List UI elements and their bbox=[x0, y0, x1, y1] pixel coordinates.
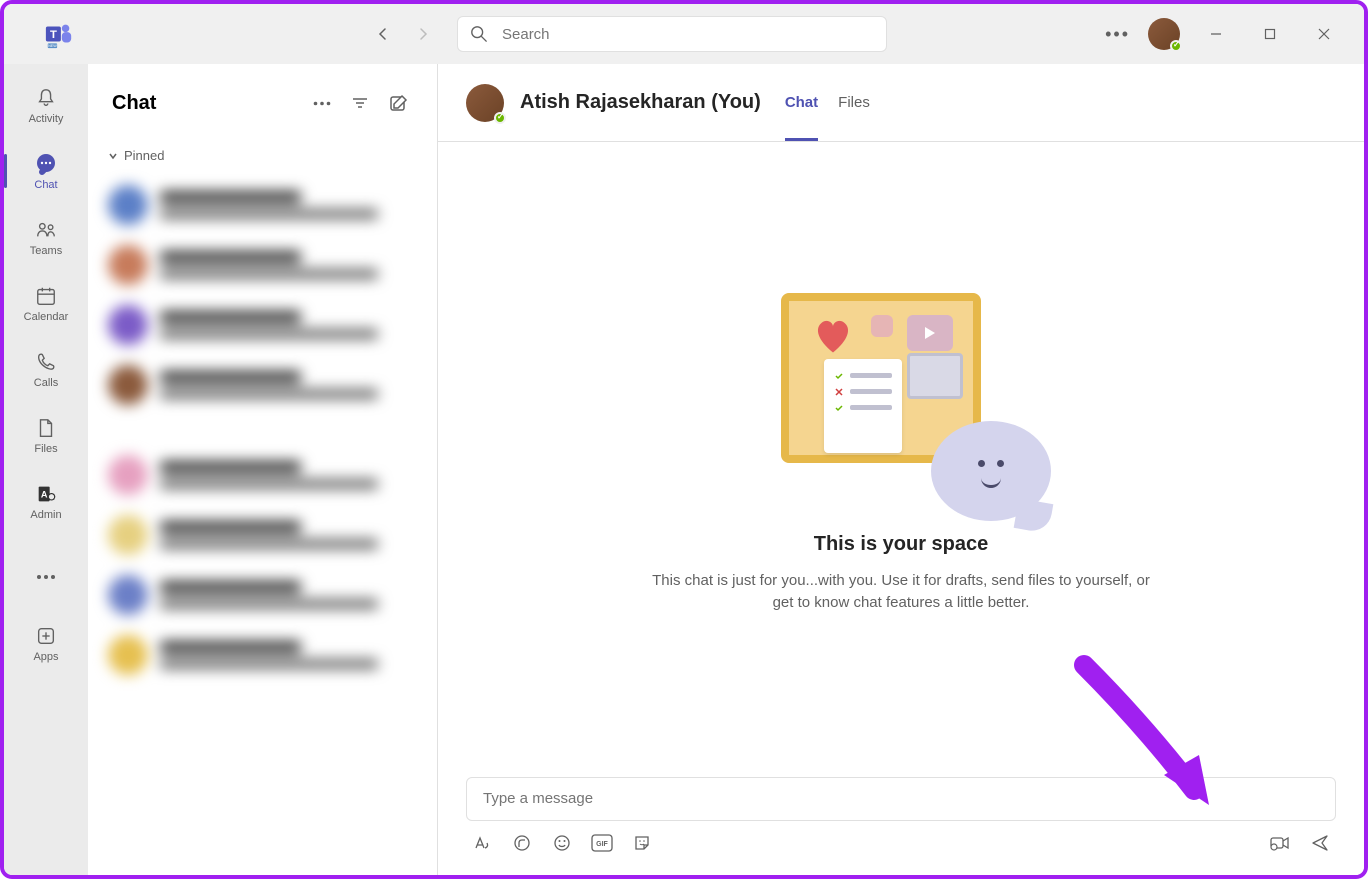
chat-items-blurred bbox=[88, 169, 437, 691]
search-icon bbox=[470, 25, 488, 43]
rail-apps[interactable]: Apps bbox=[4, 612, 88, 674]
loop-button[interactable] bbox=[510, 831, 534, 855]
chat-header: Atish Rajasekharan (You) Chat Files bbox=[438, 64, 1364, 142]
teams-logo: T NEW bbox=[39, 14, 79, 54]
teams-icon bbox=[33, 217, 59, 243]
format-button[interactable] bbox=[470, 831, 494, 855]
rail-calendar[interactable]: Calendar bbox=[4, 272, 88, 334]
bell-icon bbox=[33, 85, 59, 111]
nav-forward-button[interactable] bbox=[409, 20, 437, 48]
chat-header-avatar[interactable] bbox=[466, 84, 504, 122]
svg-text:NEW: NEW bbox=[48, 44, 57, 48]
search-box[interactable] bbox=[457, 16, 887, 52]
chevron-down-icon bbox=[108, 151, 118, 161]
svg-text:T: T bbox=[50, 29, 57, 41]
chat-list-panel: Chat Pinned bbox=[88, 64, 438, 875]
pinned-section[interactable]: Pinned bbox=[88, 142, 437, 169]
maximize-button[interactable] bbox=[1252, 16, 1288, 52]
profile-avatar[interactable] bbox=[1148, 18, 1180, 50]
rail-files[interactable]: Files bbox=[4, 404, 88, 466]
rail-admin[interactable]: A Admin bbox=[4, 470, 88, 532]
apps-icon bbox=[33, 623, 59, 649]
filter-button[interactable] bbox=[345, 88, 375, 118]
chat-main-panel: Atish Rajasekharan (You) Chat Files bbox=[438, 64, 1364, 875]
rail-chat[interactable]: Chat bbox=[4, 140, 88, 202]
chat-body: This is your space This chat is just for… bbox=[438, 142, 1364, 765]
sticker-button[interactable] bbox=[630, 831, 654, 855]
presence-indicator bbox=[1170, 40, 1182, 52]
gif-button[interactable]: GIF bbox=[590, 831, 614, 855]
empty-state-illustration bbox=[771, 293, 1031, 513]
chat-icon bbox=[33, 151, 59, 177]
more-options-button[interactable]: ••• bbox=[1105, 24, 1130, 45]
app-rail: Activity Chat Teams Calendar Calls Files bbox=[4, 64, 88, 875]
rail-activity[interactable]: Activity bbox=[4, 74, 88, 136]
close-button[interactable] bbox=[1306, 16, 1342, 52]
send-button[interactable] bbox=[1308, 831, 1332, 855]
titlebar: T NEW ••• bbox=[4, 4, 1364, 64]
chat-more-button[interactable] bbox=[307, 88, 337, 118]
empty-state-title: This is your space bbox=[814, 533, 989, 556]
chat-header-name: Atish Rajasekharan (You) bbox=[520, 91, 761, 114]
more-icon bbox=[33, 564, 59, 590]
tab-files[interactable]: Files bbox=[838, 88, 870, 117]
phone-icon bbox=[33, 349, 59, 375]
svg-text:A: A bbox=[41, 490, 48, 500]
rail-calls[interactable]: Calls bbox=[4, 338, 88, 400]
admin-icon: A bbox=[33, 481, 59, 507]
chat-list-title: Chat bbox=[112, 92, 299, 115]
nav-back-button[interactable] bbox=[369, 20, 397, 48]
presence-indicator bbox=[494, 112, 506, 124]
file-icon bbox=[33, 415, 59, 441]
svg-text:GIF: GIF bbox=[596, 841, 608, 848]
calendar-icon bbox=[33, 283, 59, 309]
empty-state-text: This chat is just for you...with you. Us… bbox=[646, 570, 1156, 615]
message-input-box[interactable] bbox=[466, 777, 1336, 821]
tab-chat[interactable]: Chat bbox=[785, 88, 818, 117]
video-clip-button[interactable] bbox=[1268, 831, 1292, 855]
compose-area: GIF bbox=[438, 765, 1364, 875]
message-input[interactable] bbox=[483, 790, 1319, 807]
emoji-button[interactable] bbox=[550, 831, 574, 855]
new-chat-button[interactable] bbox=[383, 88, 413, 118]
rail-teams[interactable]: Teams bbox=[4, 206, 88, 268]
search-input[interactable] bbox=[502, 26, 874, 43]
rail-more[interactable] bbox=[4, 546, 88, 608]
minimize-button[interactable] bbox=[1198, 16, 1234, 52]
